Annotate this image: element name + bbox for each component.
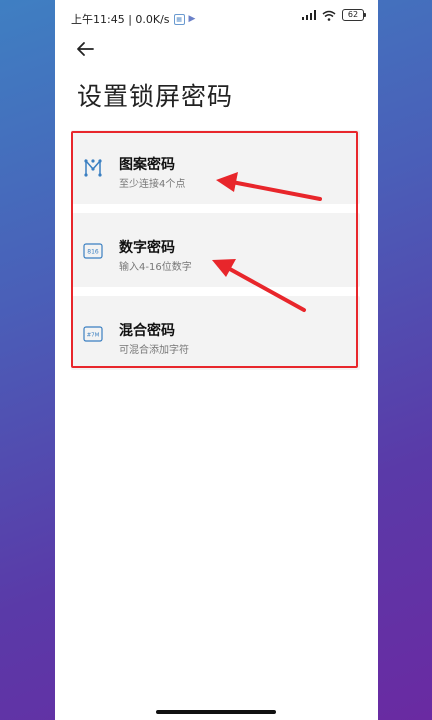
notification-icon: ▦ <box>173 13 185 25</box>
option-title: 混合密码 <box>119 323 175 339</box>
option-title: 图案密码 <box>119 157 175 173</box>
svg-text:816: 816 <box>87 249 99 256</box>
status-right: 62 <box>302 9 366 21</box>
signal-icon <box>302 10 316 20</box>
option-subtitle: 可混合添加字符 <box>119 345 189 356</box>
numeric-password-option[interactable]: 816 数字密码 输入4-16位数字 <box>71 213 360 287</box>
battery-level: 62 <box>347 10 359 19</box>
option-title: 数字密码 <box>119 240 175 256</box>
mixed-icon: #7M <box>83 324 103 344</box>
play-icon: ▶ <box>188 14 196 24</box>
battery-icon: 62 <box>342 9 366 21</box>
page-title: 设置锁屏密码 <box>77 82 234 111</box>
back-arrow-icon[interactable] <box>73 38 97 60</box>
status-time-speed: 上午11:45 | 0.0K/s <box>71 13 170 26</box>
pattern-icon <box>83 158 103 178</box>
status-left: 上午11:45 | 0.0K/s ▦ ▶ <box>71 11 195 27</box>
option-subtitle: 输入4-16位数字 <box>119 262 192 273</box>
wifi-icon <box>322 10 336 21</box>
status-bar: 上午11:45 | 0.0K/s ▦ ▶ 62 <box>55 0 378 34</box>
lock-option-list: 图案密码 至少连接4个点 816 数字密码 输入4-16位数字 #7M 混合密码… <box>71 130 360 379</box>
svg-text:#7M: #7M <box>87 333 100 339</box>
pattern-password-option[interactable]: 图案密码 至少连接4个点 <box>71 130 360 204</box>
home-indicator[interactable] <box>156 710 276 714</box>
option-subtitle: 至少连接4个点 <box>119 179 186 190</box>
mixed-password-option[interactable]: #7M 混合密码 可混合添加字符 <box>71 296 360 370</box>
numeric-icon: 816 <box>83 241 103 261</box>
phone-screen: 上午11:45 | 0.0K/s ▦ ▶ 62 设置锁屏密码 图案密码 至少连接… <box>55 0 378 720</box>
